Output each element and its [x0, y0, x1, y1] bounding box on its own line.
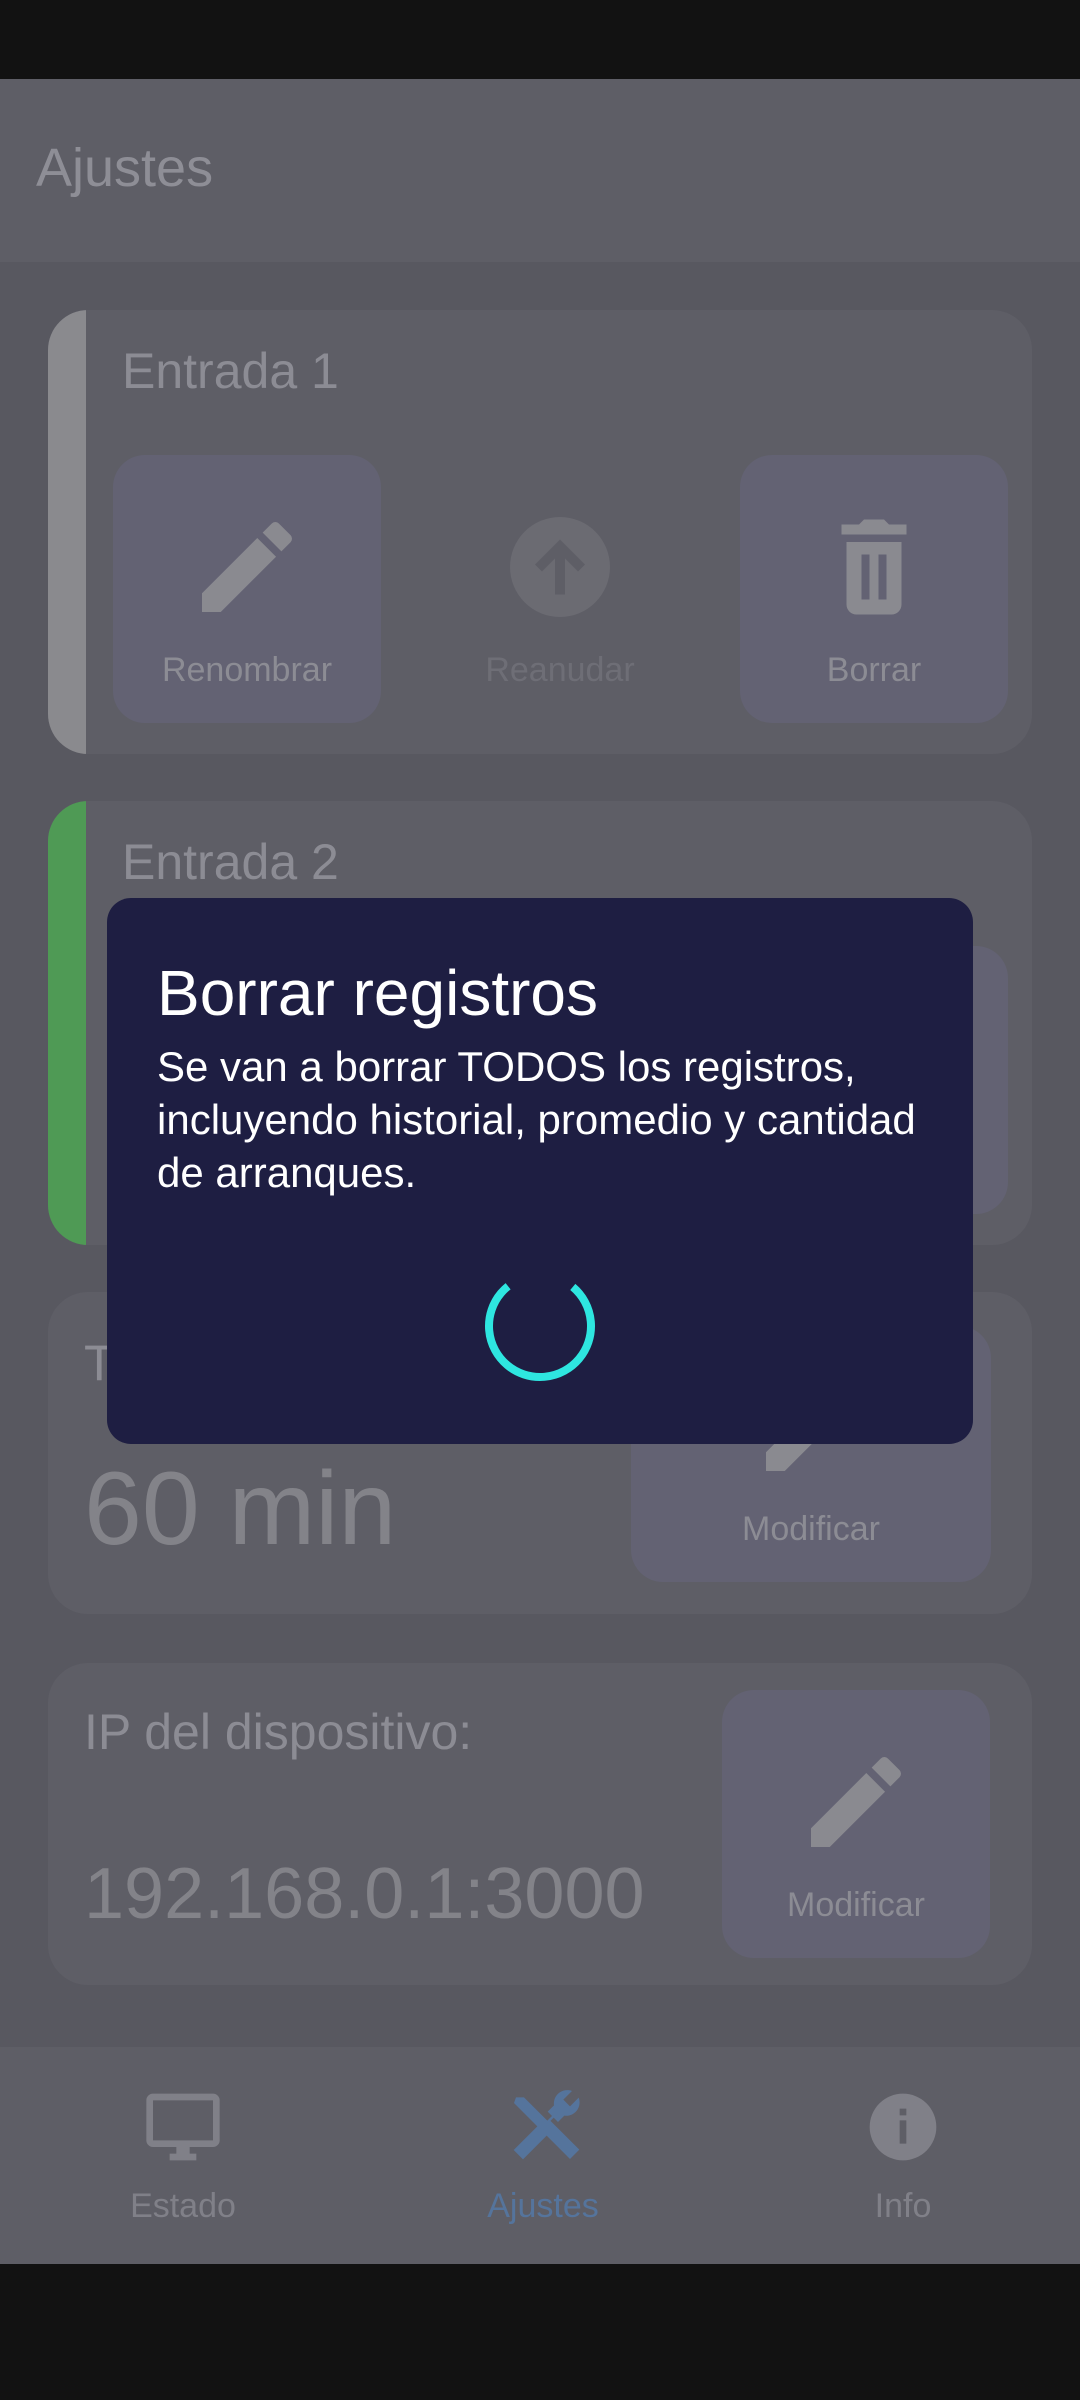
nav-label-estado: Estado — [130, 2187, 236, 2225]
tools-icon — [503, 2087, 583, 2172]
dialog-title: Borrar registros — [157, 957, 598, 1029]
nav-item-info[interactable]: Info — [723, 2047, 1080, 2264]
trash-icon — [814, 507, 934, 632]
delete-button[interactable]: Borrar — [740, 455, 1008, 723]
ip-label: IP del dispositivo: — [84, 1704, 473, 1760]
bottom-navigation: Estado Ajustes Info — [0, 2047, 1080, 2264]
delete-records-dialog: Borrar registros Se van a borrar TODOS l… — [107, 898, 973, 1444]
app-bar: Ajustes — [0, 79, 1080, 262]
info-icon — [863, 2087, 943, 2172]
time-modify-label: Modificar — [742, 1510, 880, 1548]
ip-modify-button[interactable]: Modificar — [722, 1690, 990, 1958]
nav-item-estado[interactable]: Estado — [3, 2047, 363, 2264]
loading-spinner-icon — [483, 1269, 597, 1388]
ip-value: 192.168.0.1:3000 — [84, 1854, 645, 1934]
nav-label-info: Info — [874, 2187, 932, 2225]
entrada-1-title: Entrada 1 — [122, 343, 339, 399]
rename-label: Renombrar — [161, 651, 333, 689]
rename-button[interactable]: Renombrar — [113, 455, 381, 723]
dialog-message: Se van a borrar TODOS los registros, inc… — [157, 1043, 916, 1196]
nav-item-ajustes[interactable]: Ajustes — [363, 2047, 723, 2264]
page-title: Ajustes — [36, 138, 214, 198]
pencil-icon — [187, 507, 307, 632]
entrada-1-card: Entrada 1 Renombrar Reanudar Borrar — [48, 310, 1032, 754]
resume-label: Reanudar — [485, 651, 635, 689]
system-navigation-bar — [0, 2264, 1080, 2400]
nav-label-ajustes: Ajustes — [487, 2187, 599, 2225]
monitor-icon — [143, 2087, 223, 2172]
ip-modify-label: Modificar — [787, 1886, 925, 1924]
status-bar — [0, 0, 1080, 79]
resume-button[interactable]: Reanudar — [426, 455, 694, 723]
delete-label: Borrar — [826, 651, 922, 689]
entrada-2-status-stripe — [48, 801, 86, 1245]
ip-card: IP del dispositivo: 192.168.0.1:3000 Mod… — [48, 1663, 1032, 1985]
time-value: 60 min — [84, 1451, 397, 1567]
pencil-icon — [796, 1742, 916, 1867]
entrada-1-status-stripe — [48, 310, 86, 754]
arrow-up-circle-icon — [500, 507, 620, 632]
entrada-2-title: Entrada 2 — [122, 834, 339, 890]
